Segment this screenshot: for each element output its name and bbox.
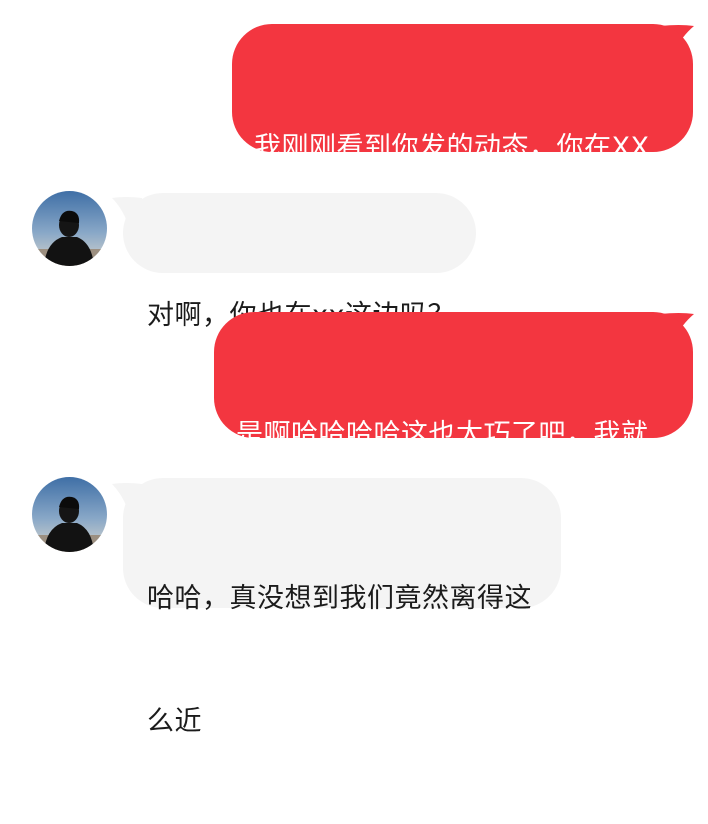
chat-thread: 我刚刚看到你发的动态，你在XX 大厦上班? (0, 0, 708, 737)
message-line: 么近 (147, 706, 202, 737)
message-incoming: 哈哈，真没想到我们竟然离得这 么近 (0, 470, 708, 737)
message-line: 哈哈，真没想到我们竟然离得这 (147, 583, 532, 614)
avatar[interactable] (32, 191, 107, 266)
message-outgoing: 我刚刚看到你发的动态，你在XX 大厦上班? (0, 0, 708, 286)
message-line: 是啊哈哈哈哈这也太巧了吧，我就 (236, 419, 649, 450)
avatar[interactable] (32, 477, 107, 552)
message-line: 我刚刚看到你发的动态，你在XX (254, 132, 650, 163)
message-bubble[interactable]: 哈哈，真没想到我们竟然离得这 么近 (123, 478, 561, 737)
message-bubble[interactable]: 对啊，你也在xx这边吗？ (123, 193, 476, 331)
message-bubble[interactable]: 我刚刚看到你发的动态，你在XX 大厦上班? (232, 24, 693, 286)
person-silhouette-icon (32, 477, 107, 552)
message-incoming: 对啊，你也在xx这边吗？ (0, 180, 708, 331)
person-silhouette-icon (32, 191, 107, 266)
message-bubble[interactable]: 是啊哈哈哈哈这也太巧了吧，我就 在你隔壁 (214, 312, 693, 573)
message-outgoing: 是啊哈哈哈哈这也太巧了吧，我就 在你隔壁 (0, 300, 708, 573)
